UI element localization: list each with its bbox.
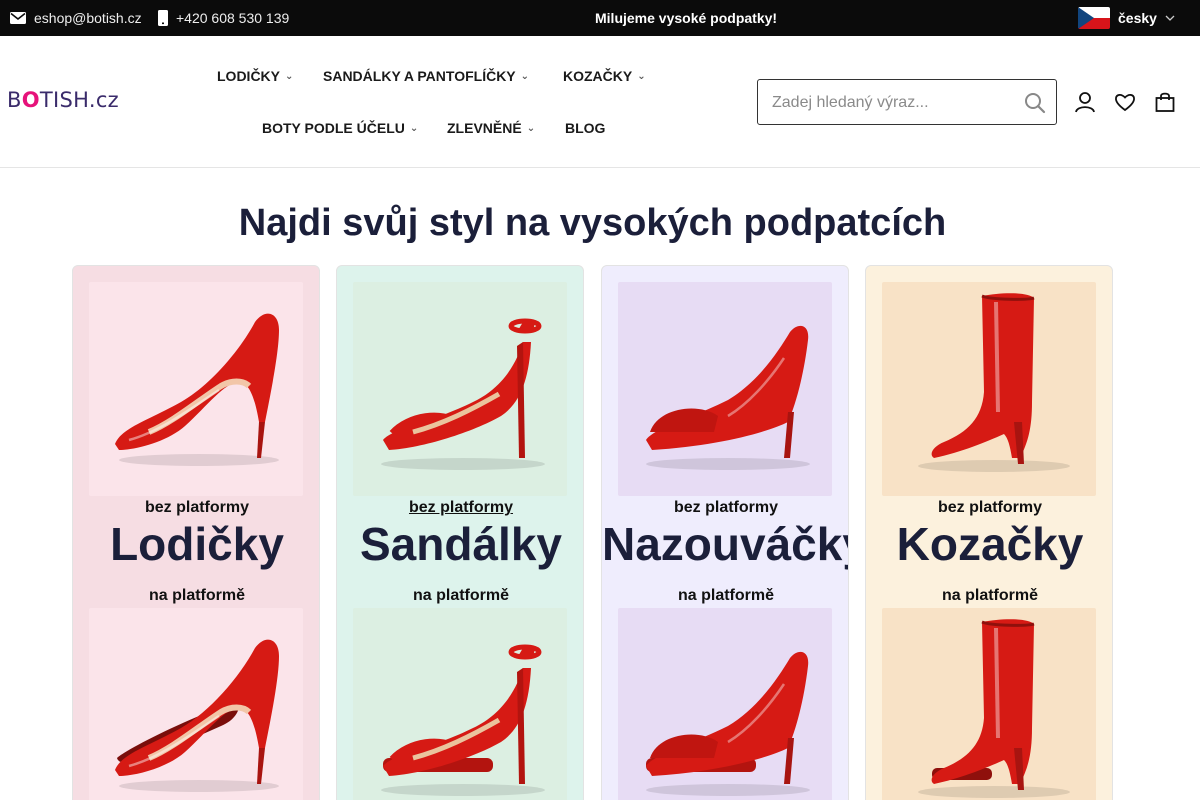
promo-text: Milujeme vysoké podpatky!: [595, 10, 778, 26]
nav-blog[interactable]: BLOG: [565, 118, 605, 138]
bag-icon[interactable]: [1154, 91, 1176, 113]
chevron-down-icon: ⌄: [520, 70, 530, 82]
product-image[interactable]: [89, 608, 303, 800]
search-icon[interactable]: [1024, 92, 1046, 114]
product-image[interactable]: [353, 282, 567, 496]
chevron-down-icon: ⌄: [637, 70, 646, 82]
user-icon[interactable]: [1074, 91, 1096, 113]
logo-accent: O: [21, 88, 40, 112]
nav-kozacky[interactable]: KOZAČKY ⌄: [563, 66, 646, 86]
product-image[interactable]: [353, 608, 567, 800]
category-card[interactable]: bez platformy Kozačky na platformě: [865, 265, 1113, 800]
category-card[interactable]: bez platformy Sandálky na platformě: [336, 265, 584, 800]
nav-boty-podle-ucelu[interactable]: BOTY PODLE ÚČELU ⌄: [262, 118, 418, 138]
category-title[interactable]: Lodičky: [73, 517, 319, 571]
nav-zlevnene[interactable]: ZLEVNĚNÉ ⌄: [447, 118, 535, 138]
variant-link-platform[interactable]: na platformě: [602, 587, 848, 605]
nav-label: ZLEVNĚNÉ: [447, 120, 522, 136]
language-label: česky: [1118, 10, 1157, 26]
nav-lodicky[interactable]: LODIČKY ⌄: [217, 66, 293, 86]
category-title[interactable]: Sandálky: [337, 517, 583, 571]
site-logo[interactable]: BOTISH.cz: [7, 88, 119, 112]
mail-icon: [10, 12, 26, 24]
nav-label: BLOG: [565, 120, 606, 136]
nav-label: BOTY PODLE ÚČELU: [262, 120, 405, 136]
category-card[interactable]: bez platformy Nazouváčky na platformě: [601, 265, 849, 800]
chevron-down-icon: [1165, 15, 1175, 21]
email-text[interactable]: eshop@botish.cz: [34, 10, 142, 26]
logo-part: TISH.cz: [39, 88, 119, 112]
variant-link-platform[interactable]: na platformě: [337, 587, 583, 605]
top-bar: eshop@botish.cz +420 608 530 139 Milujem…: [0, 0, 1200, 36]
logo-part: B: [7, 88, 22, 112]
product-image[interactable]: [618, 608, 832, 800]
variant-link-platform[interactable]: na platformě: [866, 587, 1112, 605]
product-image[interactable]: [882, 608, 1096, 800]
product-image[interactable]: [882, 282, 1096, 496]
page-title: Najdi svůj styl na vysokých podpatcích: [238, 202, 947, 244]
nav-label: LODIČKY: [217, 68, 280, 84]
nav-label: KOZAČKY: [563, 68, 633, 84]
phone-text[interactable]: +420 608 530 139: [176, 10, 289, 26]
nav-label: SANDÁLKY A PANTOFLÍČKY: [323, 68, 516, 84]
search-box: [757, 79, 1057, 125]
variant-link-platform[interactable]: na platformě: [73, 587, 319, 605]
site-header: BOTISH.cz LODIČKY ⌄ SANDÁLKY A PANTOFLÍČK…: [0, 36, 1200, 168]
phone-icon: [158, 10, 168, 26]
chevron-down-icon: ⌄: [526, 122, 536, 134]
nav-sandalky-pantoflicky[interactable]: SANDÁLKY A PANTOFLÍČKY ⌄: [323, 66, 529, 86]
product-image[interactable]: [618, 282, 832, 496]
chevron-down-icon: ⌄: [285, 70, 294, 82]
variant-link-no-platform[interactable]: bez platformy: [337, 499, 583, 517]
variant-link-no-platform[interactable]: bez platformy: [866, 499, 1112, 517]
czech-flag-icon: [1078, 7, 1110, 29]
variant-link-no-platform[interactable]: bez platformy: [73, 499, 319, 517]
language-selector[interactable]: česky: [1078, 0, 1175, 36]
category-title[interactable]: Kozačky: [866, 517, 1112, 571]
email-contact[interactable]: eshop@botish.cz: [10, 0, 142, 36]
search-input[interactable]: [772, 92, 1012, 114]
variant-link-no-platform[interactable]: bez platformy: [602, 499, 848, 517]
product-image[interactable]: [89, 282, 303, 496]
category-title[interactable]: Nazouváčky: [602, 517, 848, 571]
chevron-down-icon: ⌄: [409, 122, 419, 134]
phone-contact[interactable]: +420 608 530 139: [158, 0, 289, 36]
category-card[interactable]: bez platformy Lodičky na platformě: [72, 265, 320, 800]
heart-icon[interactable]: [1114, 91, 1136, 113]
